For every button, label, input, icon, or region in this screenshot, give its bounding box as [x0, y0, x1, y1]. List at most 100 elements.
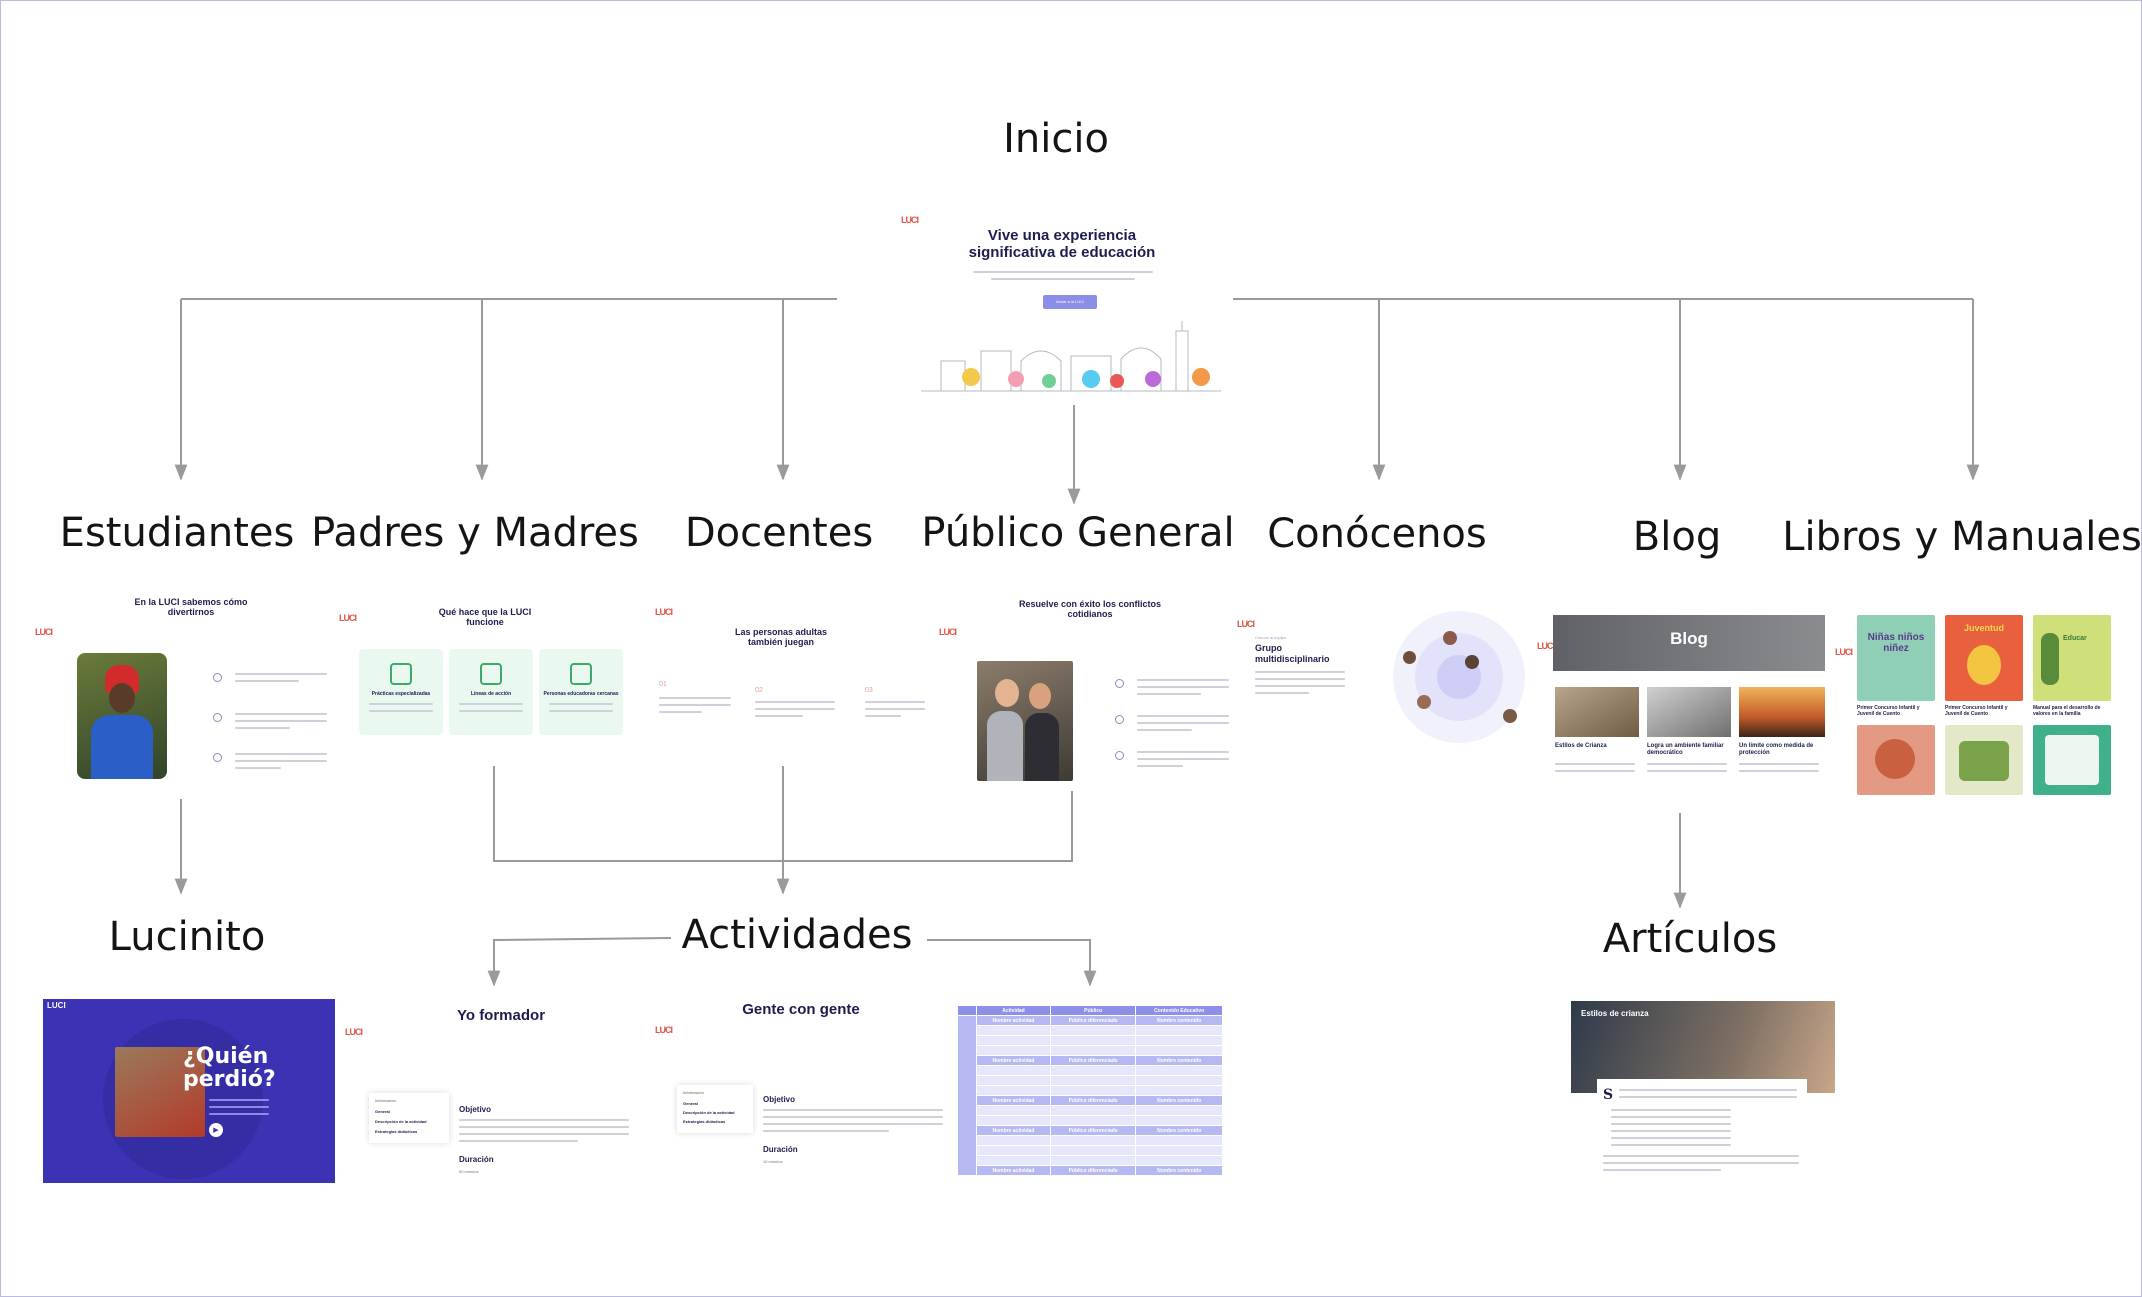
conocenos-kicker: Conoce al equipo — [1255, 635, 1287, 640]
blog-post-title[interactable]: Estilos de Crianza — [1555, 743, 1639, 750]
table-cell: Público diferenciado — [1049, 1015, 1137, 1026]
people-icon — [570, 663, 592, 685]
gente-heading: Gente con gente — [742, 1001, 860, 1018]
duration-value: 10 minutos — [763, 1159, 783, 1164]
book-cover-title: Niñas niños niñez — [1867, 632, 1925, 654]
table-header: Público — [1049, 1005, 1137, 1016]
node-inicio: Inicio — [1003, 116, 1109, 162]
eye-icon — [390, 663, 412, 685]
conocenos-heading: Grupo multidisciplinario — [1255, 643, 1330, 664]
activities-table: Actividad Público Contenido Educativo No… — [957, 1005, 1223, 1176]
docentes-text — [755, 701, 835, 722]
screen-inicio: LUCI Vive una experiencia significativa … — [897, 209, 1221, 393]
info-menu-item[interactable]: General — [683, 1101, 698, 1106]
info-menu-title: Información — [375, 1098, 396, 1103]
screen-articulo: Estilos de crianza S — [1557, 999, 1837, 1181]
book-cover[interactable]: Niñas niños niñez — [1857, 615, 1935, 701]
padres-card: Líneas de acción — [449, 649, 533, 735]
estudiantes-text — [235, 673, 327, 687]
article-text — [1603, 1155, 1799, 1176]
book-cover[interactable] — [1857, 725, 1935, 795]
step-number: 03 — [865, 687, 873, 694]
card-title: Líneas de acción — [470, 691, 512, 697]
card-text — [549, 703, 613, 717]
node-blog: Blog — [1632, 514, 1722, 560]
blog-post-image — [1647, 687, 1731, 737]
check-icon — [1115, 751, 1124, 760]
screen-padres: LUCI Qué hace que la LUCI funcione Práct… — [335, 601, 635, 751]
team-avatar — [1417, 695, 1431, 709]
grid-icon — [480, 663, 502, 685]
padres-card: Personas educadoras cercanas — [539, 649, 623, 735]
screen-docentes: LUCI Las personas adultas también juegan… — [641, 607, 931, 757]
card-text — [369, 703, 433, 717]
publico-text — [1137, 679, 1229, 700]
blog-post-excerpt — [1647, 763, 1727, 777]
check-icon — [213, 713, 222, 722]
estudiantes-text — [235, 753, 327, 774]
info-menu-item[interactable]: General — [375, 1109, 390, 1114]
publico-text — [1137, 751, 1229, 772]
article-body: S — [1597, 1079, 1807, 1179]
info-menu: Información General Descripción de la ac… — [677, 1085, 753, 1133]
team-avatar — [1443, 631, 1457, 645]
node-lucinito: Lucinito — [108, 914, 266, 960]
inicio-cta-button[interactable]: Iniciar a la LUCI — [1043, 295, 1097, 309]
duration-title: Duración — [763, 1145, 798, 1154]
docentes-text — [865, 701, 925, 722]
inicio-paragraph — [973, 271, 1153, 285]
step-number: 02 — [755, 687, 763, 694]
book-cover-title: Educar — [2063, 635, 2087, 642]
luci-logo: LUCI — [655, 607, 673, 617]
book-cover[interactable]: Juventud — [1945, 615, 2023, 701]
card-title: Prácticas especializadas — [371, 691, 431, 697]
info-menu-item[interactable]: Estrategias didácticas — [683, 1119, 725, 1124]
table-cell: Nombre actividad — [976, 1095, 1051, 1106]
luci-logo: LUCI — [47, 1001, 66, 1010]
node-publico-general: Público General — [921, 510, 1235, 556]
info-menu-item[interactable]: Estrategias didácticas — [375, 1129, 417, 1134]
info-menu-item[interactable]: Descripción de la actividad — [683, 1110, 735, 1115]
publico-heading: Resuelve con éxito los conflictos cotidi… — [1018, 599, 1162, 620]
step-number: 01 — [659, 681, 667, 688]
luci-logo: LUCI — [345, 1027, 363, 1037]
table-cell: Nombre actividad — [976, 1055, 1051, 1066]
table-cell: Nombre contenido — [1135, 1165, 1223, 1176]
screen-lucinito: LUCI ¿Quién perdió? ▶ — [43, 999, 335, 1183]
table-cell: Nombre actividad — [976, 1125, 1051, 1136]
book-caption: Manual para el desarrollo de valores en … — [2033, 705, 2101, 717]
arrow-tabla — [927, 939, 1097, 987]
article-text — [1619, 1089, 1797, 1103]
book-cover[interactable] — [1945, 725, 2023, 795]
screen-estudiantes: LUCI En la LUCI sabemos cómo divertirnos — [31, 591, 333, 791]
blog-post-title[interactable]: Un límite como medida de protección — [1739, 743, 1825, 757]
blog-post-title[interactable]: Logra un ambiente familiar democrático — [1647, 743, 1731, 757]
docentes-heading: Las personas adultas también juegan — [734, 627, 828, 648]
book-cover[interactable] — [2033, 725, 2111, 795]
info-menu-item[interactable]: Descripción de la actividad — [375, 1119, 427, 1124]
duration-title: Duración — [459, 1155, 494, 1164]
conocenos-text — [1255, 671, 1345, 699]
check-icon — [213, 673, 222, 682]
book-cover[interactable]: Educar — [2033, 615, 2111, 701]
table-cell: Público diferenciado — [1049, 1165, 1137, 1176]
estudiantes-text — [235, 713, 327, 734]
luci-logo: LUCI — [655, 1025, 673, 1035]
luci-logo: LUCI — [1237, 619, 1255, 629]
table-cell: Público diferenciado — [1049, 1095, 1137, 1106]
lucinito-text — [209, 1099, 269, 1120]
luci-logo: LUCI — [35, 627, 53, 637]
lucinito-headline: ¿Quién perdió? — [183, 1044, 276, 1093]
node-articulos: Artículos — [1602, 916, 1778, 962]
screen-yo-formador: LUCI Yo formador Información General Des… — [341, 999, 645, 1193]
blog-post-excerpt — [1739, 763, 1819, 777]
city-skyline-illustration — [921, 321, 1221, 392]
team-avatar — [1465, 655, 1479, 669]
card-title: Personas educadoras cercanas — [543, 691, 619, 697]
check-icon — [1115, 679, 1124, 688]
play-icon[interactable]: ▶ — [209, 1123, 223, 1137]
screen-libros: LUCI Niñas niños niñez Juventud Educar P… — [1835, 613, 2115, 797]
objective-text — [459, 1119, 629, 1147]
blog-post-image — [1739, 687, 1825, 737]
node-estudiantes: Estudiantes — [59, 510, 295, 556]
